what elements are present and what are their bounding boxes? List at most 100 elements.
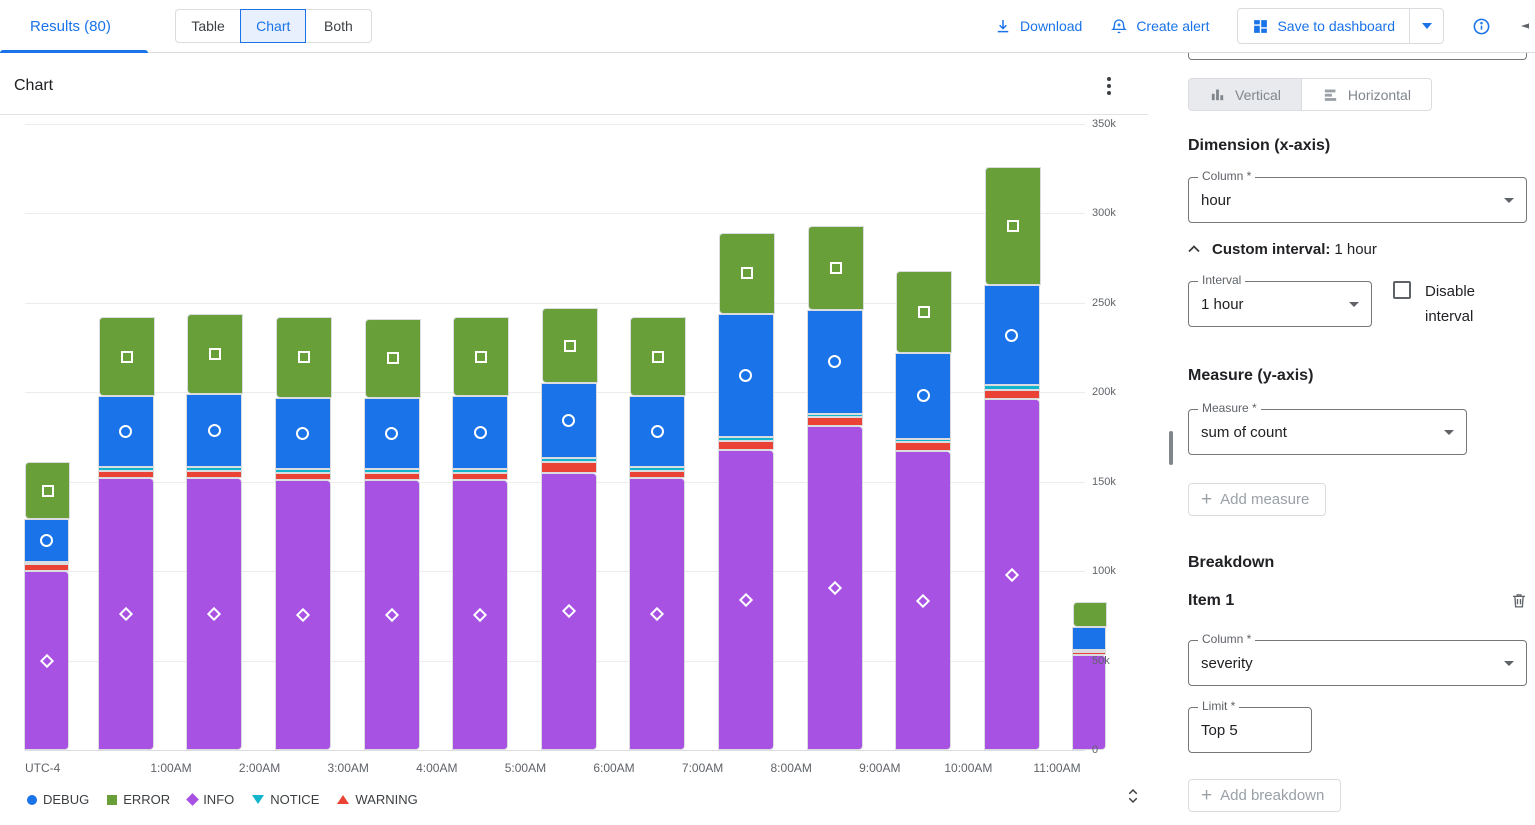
bar-segment-warning[interactable] — [541, 462, 597, 473]
bar-segment-info[interactable] — [186, 478, 242, 750]
bar-segment-error[interactable] — [542, 308, 598, 383]
info-button[interactable] — [1472, 17, 1491, 36]
disable-interval-label: Disable interval — [1425, 279, 1497, 329]
bar-segment-debug[interactable] — [452, 396, 508, 469]
delete-breakdown-button[interactable] — [1510, 591, 1528, 610]
bar-segment-error[interactable] — [99, 317, 155, 396]
bar-segment-warning[interactable] — [24, 564, 69, 571]
bar-segment-warning[interactable] — [275, 473, 331, 480]
bar-segment-error[interactable] — [808, 226, 864, 310]
add-breakdown-button[interactable]: + Add breakdown — [1188, 779, 1341, 812]
expand-collapse-button[interactable] — [1124, 785, 1142, 812]
download-icon — [994, 17, 1012, 35]
bar-segment-warning[interactable] — [364, 473, 420, 480]
collapsed-field-partial[interactable] — [1188, 53, 1527, 60]
bar-segment-error[interactable] — [630, 317, 686, 396]
measure-select[interactable]: Measure * sum of count — [1188, 409, 1467, 455]
bar-segment-debug[interactable] — [541, 383, 597, 458]
custom-interval-value: 1 hour — [1334, 241, 1377, 258]
bar-segment-warning[interactable] — [452, 473, 508, 480]
custom-interval-toggle[interactable]: Custom interval: 1 hour — [1184, 239, 1377, 259]
diamond-marker-icon — [562, 604, 576, 618]
bar-segment-debug[interactable] — [629, 396, 685, 468]
diamond-marker-icon — [916, 594, 930, 608]
legend-item-notice[interactable]: NOTICE — [252, 792, 319, 807]
disable-interval-checkbox[interactable] — [1393, 281, 1411, 299]
stacked-bar — [25, 462, 70, 750]
dimension-column-select[interactable]: Column * hour — [1188, 177, 1527, 223]
tab-results[interactable]: Results (80) — [0, 0, 148, 52]
panel-resize-handle[interactable] — [1169, 431, 1173, 465]
stacked-bar — [276, 317, 332, 750]
bar-segment-debug[interactable] — [364, 398, 420, 470]
bar-segment-warning[interactable] — [984, 390, 1040, 399]
bar-segment-info[interactable] — [984, 399, 1040, 750]
bar-segment-debug[interactable] — [718, 314, 774, 437]
bar-segment-error[interactable] — [896, 271, 952, 353]
save-options-dropdown-button[interactable] — [1409, 9, 1443, 43]
bar-segment-warning[interactable] — [895, 442, 951, 451]
chart-options-menu-button[interactable] — [1101, 75, 1117, 97]
legend-item-debug[interactable]: DEBUG — [27, 792, 89, 807]
measure-heading: Measure (y-axis) — [1188, 367, 1313, 385]
bar-segment-debug[interactable] — [807, 310, 863, 414]
view-toggle-both[interactable]: Both — [305, 9, 371, 43]
vertical-label: Vertical — [1235, 87, 1281, 103]
bar-segment-debug[interactable] — [24, 519, 69, 562]
add-measure-label: Add measure — [1220, 491, 1309, 508]
bar-segment-info[interactable] — [629, 478, 685, 750]
add-measure-button[interactable]: + Add measure — [1188, 483, 1326, 516]
x-axis-tick-label: 2:00AM — [239, 761, 280, 775]
legend-label: NOTICE — [270, 792, 319, 807]
limit-field[interactable]: Limit * Top 5 — [1188, 707, 1312, 753]
bar-segment-error[interactable] — [985, 167, 1041, 285]
bar-segment-error[interactable] — [453, 317, 509, 396]
breakdown-heading: Breakdown — [1188, 554, 1274, 572]
bar-segment-debug[interactable] — [895, 353, 951, 439]
bar-segment-warning[interactable] — [807, 417, 863, 426]
bar-segment-error[interactable] — [276, 317, 332, 397]
bar-segment-info[interactable] — [452, 480, 508, 750]
bar-segment-error[interactable] — [365, 319, 421, 398]
bar-segment-debug[interactable] — [275, 398, 331, 470]
bar-segment-warning[interactable] — [98, 471, 154, 478]
circle-marker-icon — [739, 369, 752, 382]
bar-segment-debug[interactable] — [98, 396, 154, 468]
view-toggle-table[interactable]: Table — [175, 9, 241, 43]
create-alert-button[interactable]: Create alert — [1110, 17, 1209, 35]
save-to-dashboard-button[interactable]: Save to dashboard — [1238, 9, 1409, 43]
diamond-marker-icon — [650, 607, 664, 621]
bar-segment-error[interactable] — [187, 314, 243, 394]
bar-segment-debug[interactable] — [186, 394, 242, 467]
bar-segment-warning[interactable] — [186, 471, 242, 478]
bar-segment-debug[interactable] — [1072, 627, 1106, 650]
bar-segment-info[interactable] — [541, 473, 597, 750]
square-marker-icon — [830, 262, 842, 274]
dropdown-arrow-icon — [1504, 198, 1514, 203]
bar-segment-info[interactable] — [98, 478, 154, 750]
bar-segment-info[interactable] — [364, 480, 420, 750]
diamond-marker-icon — [207, 607, 221, 621]
bar-segment-error[interactable] — [1073, 602, 1107, 627]
bar-segment-info[interactable] — [807, 426, 863, 750]
legend-item-info[interactable]: INFO — [188, 792, 234, 807]
bar-segment-error[interactable] — [25, 462, 70, 519]
bar-segment-warning[interactable] — [629, 471, 685, 478]
bar-segment-info[interactable] — [275, 480, 331, 750]
bar-segment-info[interactable] — [718, 450, 774, 750]
view-toggle-chart[interactable]: Chart — [240, 9, 306, 43]
orientation-vertical-button[interactable]: Vertical — [1188, 78, 1302, 111]
bar-segment-info[interactable] — [895, 451, 951, 750]
circle-marker-icon — [474, 426, 487, 439]
download-button[interactable]: Download — [994, 17, 1082, 35]
breakdown-column-select[interactable]: Column * severity — [1188, 640, 1527, 686]
bar-segment-debug[interactable] — [984, 285, 1040, 385]
legend-item-error[interactable]: ERROR — [107, 792, 170, 807]
bar-segment-info[interactable] — [1072, 655, 1106, 750]
legend-item-warning[interactable]: WARNING — [337, 792, 417, 807]
orientation-horizontal-button[interactable]: Horizontal — [1301, 78, 1432, 111]
bar-segment-warning[interactable] — [718, 441, 774, 450]
bar-segment-info[interactable] — [24, 571, 69, 750]
interval-select[interactable]: Interval 1 hour — [1188, 281, 1372, 327]
bar-segment-error[interactable] — [719, 233, 775, 313]
